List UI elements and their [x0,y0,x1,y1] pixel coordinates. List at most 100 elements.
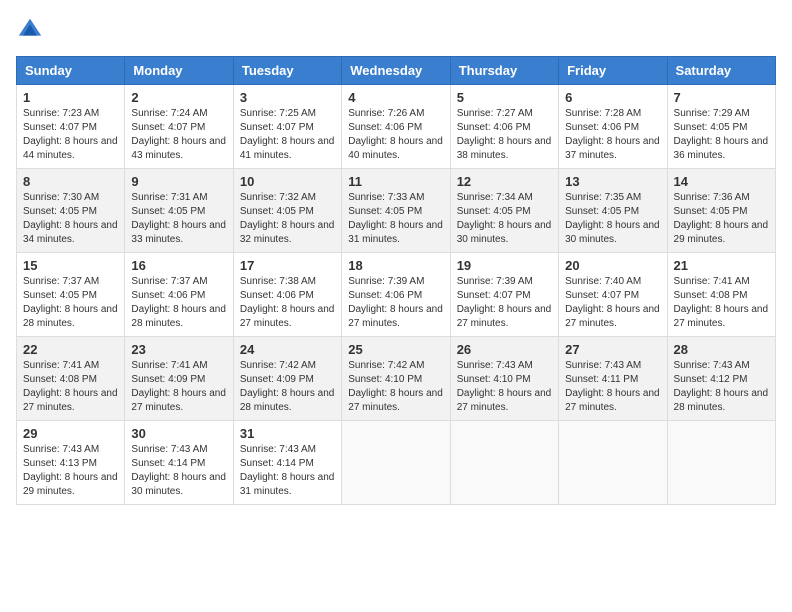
calendar-cell: 19 Sunrise: 7:39 AM Sunset: 4:07 PM Dayl… [450,253,558,337]
calendar-cell: 16 Sunrise: 7:37 AM Sunset: 4:06 PM Dayl… [125,253,233,337]
day-info: Sunrise: 7:37 AM Sunset: 4:06 PM Dayligh… [131,275,226,331]
weekday-header-sunday: Sunday [17,57,125,85]
calendar-cell [559,421,667,505]
week-row-2: 8 Sunrise: 7:30 AM Sunset: 4:05 PM Dayli… [17,169,776,253]
calendar-cell: 1 Sunrise: 7:23 AM Sunset: 4:07 PM Dayli… [17,85,125,169]
logo-icon [16,16,44,44]
day-number: 15 [23,258,118,273]
day-number: 2 [131,90,226,105]
calendar-cell: 2 Sunrise: 7:24 AM Sunset: 4:07 PM Dayli… [125,85,233,169]
calendar-cell: 13 Sunrise: 7:35 AM Sunset: 4:05 PM Dayl… [559,169,667,253]
day-info: Sunrise: 7:40 AM Sunset: 4:07 PM Dayligh… [565,275,660,331]
calendar-cell: 12 Sunrise: 7:34 AM Sunset: 4:05 PM Dayl… [450,169,558,253]
day-number: 18 [348,258,443,273]
week-row-1: 1 Sunrise: 7:23 AM Sunset: 4:07 PM Dayli… [17,85,776,169]
calendar-cell: 25 Sunrise: 7:42 AM Sunset: 4:10 PM Dayl… [342,337,450,421]
day-number: 8 [23,174,118,189]
calendar-cell [342,421,450,505]
day-info: Sunrise: 7:43 AM Sunset: 4:14 PM Dayligh… [131,443,226,499]
weekday-header-row: SundayMondayTuesdayWednesdayThursdayFrid… [17,57,776,85]
calendar-cell: 15 Sunrise: 7:37 AM Sunset: 4:05 PM Dayl… [17,253,125,337]
day-number: 7 [674,90,769,105]
day-info: Sunrise: 7:43 AM Sunset: 4:13 PM Dayligh… [23,443,118,499]
day-number: 22 [23,342,118,357]
day-info: Sunrise: 7:24 AM Sunset: 4:07 PM Dayligh… [131,107,226,163]
day-number: 3 [240,90,335,105]
day-number: 21 [674,258,769,273]
calendar-cell: 28 Sunrise: 7:43 AM Sunset: 4:12 PM Dayl… [667,337,775,421]
day-info: Sunrise: 7:38 AM Sunset: 4:06 PM Dayligh… [240,275,335,331]
calendar-cell: 17 Sunrise: 7:38 AM Sunset: 4:06 PM Dayl… [233,253,341,337]
logo [16,16,48,44]
day-number: 27 [565,342,660,357]
day-number: 19 [457,258,552,273]
calendar-cell: 18 Sunrise: 7:39 AM Sunset: 4:06 PM Dayl… [342,253,450,337]
day-info: Sunrise: 7:41 AM Sunset: 4:08 PM Dayligh… [674,275,769,331]
day-number: 20 [565,258,660,273]
day-info: Sunrise: 7:33 AM Sunset: 4:05 PM Dayligh… [348,191,443,247]
day-info: Sunrise: 7:32 AM Sunset: 4:05 PM Dayligh… [240,191,335,247]
calendar-cell: 30 Sunrise: 7:43 AM Sunset: 4:14 PM Dayl… [125,421,233,505]
calendar-cell: 3 Sunrise: 7:25 AM Sunset: 4:07 PM Dayli… [233,85,341,169]
weekday-header-thursday: Thursday [450,57,558,85]
calendar-cell: 22 Sunrise: 7:41 AM Sunset: 4:08 PM Dayl… [17,337,125,421]
day-number: 28 [674,342,769,357]
calendar-cell: 23 Sunrise: 7:41 AM Sunset: 4:09 PM Dayl… [125,337,233,421]
day-info: Sunrise: 7:39 AM Sunset: 4:07 PM Dayligh… [457,275,552,331]
day-info: Sunrise: 7:34 AM Sunset: 4:05 PM Dayligh… [457,191,552,247]
day-number: 16 [131,258,226,273]
calendar-cell [667,421,775,505]
week-row-4: 22 Sunrise: 7:41 AM Sunset: 4:08 PM Dayl… [17,337,776,421]
day-info: Sunrise: 7:23 AM Sunset: 4:07 PM Dayligh… [23,107,118,163]
day-info: Sunrise: 7:27 AM Sunset: 4:06 PM Dayligh… [457,107,552,163]
day-info: Sunrise: 7:25 AM Sunset: 4:07 PM Dayligh… [240,107,335,163]
day-number: 6 [565,90,660,105]
day-number: 9 [131,174,226,189]
calendar-cell: 4 Sunrise: 7:26 AM Sunset: 4:06 PM Dayli… [342,85,450,169]
day-info: Sunrise: 7:43 AM Sunset: 4:11 PM Dayligh… [565,359,660,415]
calendar-cell: 9 Sunrise: 7:31 AM Sunset: 4:05 PM Dayli… [125,169,233,253]
calendar-cell: 21 Sunrise: 7:41 AM Sunset: 4:08 PM Dayl… [667,253,775,337]
day-number: 24 [240,342,335,357]
weekday-header-tuesday: Tuesday [233,57,341,85]
day-number: 17 [240,258,335,273]
calendar-cell: 27 Sunrise: 7:43 AM Sunset: 4:11 PM Dayl… [559,337,667,421]
day-info: Sunrise: 7:41 AM Sunset: 4:09 PM Dayligh… [131,359,226,415]
calendar-cell: 10 Sunrise: 7:32 AM Sunset: 4:05 PM Dayl… [233,169,341,253]
calendar-cell: 5 Sunrise: 7:27 AM Sunset: 4:06 PM Dayli… [450,85,558,169]
weekday-header-friday: Friday [559,57,667,85]
day-info: Sunrise: 7:43 AM Sunset: 4:14 PM Dayligh… [240,443,335,499]
day-number: 14 [674,174,769,189]
day-info: Sunrise: 7:43 AM Sunset: 4:10 PM Dayligh… [457,359,552,415]
day-info: Sunrise: 7:29 AM Sunset: 4:05 PM Dayligh… [674,107,769,163]
day-info: Sunrise: 7:36 AM Sunset: 4:05 PM Dayligh… [674,191,769,247]
calendar-cell: 7 Sunrise: 7:29 AM Sunset: 4:05 PM Dayli… [667,85,775,169]
day-info: Sunrise: 7:28 AM Sunset: 4:06 PM Dayligh… [565,107,660,163]
calendar-cell: 29 Sunrise: 7:43 AM Sunset: 4:13 PM Dayl… [17,421,125,505]
day-number: 11 [348,174,443,189]
day-number: 1 [23,90,118,105]
calendar-table: SundayMondayTuesdayWednesdayThursdayFrid… [16,56,776,505]
day-info: Sunrise: 7:41 AM Sunset: 4:08 PM Dayligh… [23,359,118,415]
day-number: 10 [240,174,335,189]
day-number: 26 [457,342,552,357]
day-number: 4 [348,90,443,105]
calendar-cell [450,421,558,505]
day-info: Sunrise: 7:42 AM Sunset: 4:09 PM Dayligh… [240,359,335,415]
day-number: 13 [565,174,660,189]
calendar-cell: 14 Sunrise: 7:36 AM Sunset: 4:05 PM Dayl… [667,169,775,253]
weekday-header-monday: Monday [125,57,233,85]
day-info: Sunrise: 7:43 AM Sunset: 4:12 PM Dayligh… [674,359,769,415]
day-number: 30 [131,426,226,441]
day-info: Sunrise: 7:30 AM Sunset: 4:05 PM Dayligh… [23,191,118,247]
day-info: Sunrise: 7:37 AM Sunset: 4:05 PM Dayligh… [23,275,118,331]
day-number: 31 [240,426,335,441]
calendar-cell: 6 Sunrise: 7:28 AM Sunset: 4:06 PM Dayli… [559,85,667,169]
day-info: Sunrise: 7:35 AM Sunset: 4:05 PM Dayligh… [565,191,660,247]
day-info: Sunrise: 7:26 AM Sunset: 4:06 PM Dayligh… [348,107,443,163]
page-header [16,16,776,44]
week-row-3: 15 Sunrise: 7:37 AM Sunset: 4:05 PM Dayl… [17,253,776,337]
day-number: 5 [457,90,552,105]
day-number: 23 [131,342,226,357]
calendar-cell: 11 Sunrise: 7:33 AM Sunset: 4:05 PM Dayl… [342,169,450,253]
